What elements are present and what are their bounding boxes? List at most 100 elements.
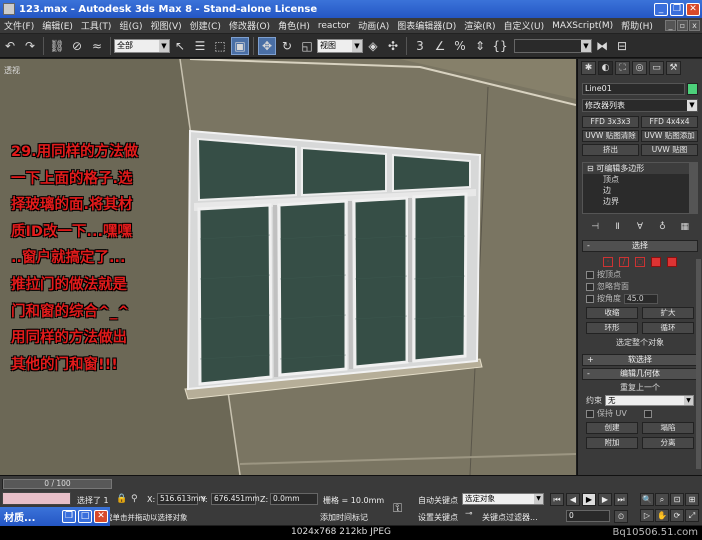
uvw-map-button[interactable]: UVW 贴图 <box>641 144 698 156</box>
zoom-all-icon[interactable]: ⌕ <box>655 493 669 506</box>
spinner-snap-icon[interactable]: ⇕ <box>471 37 489 55</box>
stack-root-item[interactable]: ⊟ 可编辑多边形 <box>583 163 697 174</box>
collapse-button[interactable]: 塌陷 <box>642 422 694 434</box>
go-to-start-icon[interactable]: ⏮ <box>550 493 564 506</box>
by-angle-checkbox[interactable] <box>586 294 594 303</box>
undo-icon[interactable]: ↶ <box>1 37 19 55</box>
remove-modifier-icon[interactable]: ♁ <box>655 220 669 234</box>
menu-group[interactable]: 组(G) <box>115 19 146 32</box>
uvw-clear-button[interactable]: UVW 贴图清除 <box>582 130 639 142</box>
go-to-end-icon[interactable]: ⏭ <box>614 493 628 506</box>
menu-modifiers[interactable]: 修改器(O) <box>225 19 274 32</box>
track-bar[interactable] <box>2 492 71 505</box>
object-name-field[interactable]: Line01 <box>582 83 685 95</box>
preserve-uvs-checkbox[interactable] <box>586 409 594 418</box>
by-vertex-checkbox[interactable] <box>586 270 594 279</box>
previous-frame-icon[interactable]: ◀ <box>566 493 580 506</box>
menu-views[interactable]: 视图(V) <box>146 19 185 32</box>
next-frame-icon[interactable]: ▶ <box>598 493 612 506</box>
snaps-toggle-icon[interactable]: 3 <box>411 37 429 55</box>
align-icon[interactable]: ⊟ <box>613 37 631 55</box>
maximize-button[interactable]: □ <box>78 510 92 523</box>
menu-edit[interactable]: 编辑(E) <box>38 19 77 32</box>
menu-reactor[interactable]: reactor <box>314 21 354 31</box>
constraints-dropdown[interactable]: 无 ▼ <box>605 395 694 406</box>
named-selection-icon[interactable]: {} <box>491 37 509 55</box>
menu-file[interactable]: 文件(F) <box>0 19 38 32</box>
display-tab-icon[interactable]: ▭ <box>649 61 664 75</box>
vertex-level-icon[interactable]: · <box>603 257 613 267</box>
make-unique-icon[interactable]: ∀ <box>633 220 647 234</box>
key-filters-button[interactable]: 关键点过滤器... <box>482 512 538 523</box>
edit-geometry-rollout-title[interactable]: - 编辑几何体 <box>582 368 698 380</box>
angle-spinner[interactable]: 45.0 <box>624 293 658 304</box>
loop-button[interactable]: 循环 <box>642 322 694 334</box>
grow-button[interactable]: 扩大 <box>642 307 694 319</box>
zoom-icon[interactable]: 🔍 <box>640 493 654 506</box>
modifier-list-dropdown[interactable]: 修改器列表 ▼ <box>582 99 698 112</box>
reference-coordinate-dropdown[interactable]: 视图 ▼ <box>317 38 363 53</box>
configure-sets-icon[interactable]: ▦ <box>678 220 692 234</box>
stack-scrollbar[interactable] <box>689 163 697 213</box>
border-level-icon[interactable]: ◌ <box>635 257 645 267</box>
close-button[interactable]: ✕ <box>94 510 108 523</box>
pin-stack-icon[interactable]: ⊣ <box>588 220 602 234</box>
menu-character[interactable]: 角色(H) <box>274 19 314 32</box>
create-button[interactable]: 创建 <box>586 422 638 434</box>
window-crossing-icon[interactable]: ▣ <box>231 36 249 55</box>
uvw-add-button[interactable]: UVW 贴图添加 <box>641 130 698 142</box>
stack-item-border[interactable]: 边界 <box>583 196 697 207</box>
add-time-tag-button[interactable]: 添加时间标记 <box>320 512 368 523</box>
redo-icon[interactable]: ↷ <box>21 37 39 55</box>
transform-type-in-icon[interactable]: ⚲ <box>131 494 143 506</box>
field-of-view-icon[interactable]: ▷ <box>640 509 654 522</box>
minimize-button[interactable]: _ <box>654 2 668 16</box>
command-panel-scrollbar[interactable] <box>696 259 701 469</box>
menu-customize[interactable]: 自定义(U) <box>500 19 549 32</box>
zoom-extents-all-icon[interactable]: ⊞ <box>685 493 699 506</box>
y-coordinate-field[interactable]: 676.451mm <box>211 493 260 505</box>
hierarchy-tab-icon[interactable]: ⛶ <box>615 61 630 75</box>
select-manipulate-icon[interactable]: ✣ <box>384 37 402 55</box>
rectangle-selection-icon[interactable]: ⬚ <box>211 37 229 55</box>
utilities-tab-icon[interactable]: ⚒ <box>666 61 681 75</box>
select-object-icon[interactable]: ↖ <box>171 37 189 55</box>
scale-icon[interactable]: ◱ <box>298 37 316 55</box>
viewport-label[interactable]: 透视 <box>4 65 20 76</box>
perspective-viewport[interactable]: 透视 29.用同样的方法做 一下上面的格子.选 择玻璃的面.将其材 质ID改一下… <box>0 59 576 475</box>
doc-restore-button[interactable]: ▫ <box>677 20 688 31</box>
attach-button[interactable]: 附加 <box>586 437 638 449</box>
detach-button[interactable]: 分离 <box>642 437 694 449</box>
menu-create[interactable]: 创建(C) <box>186 19 225 32</box>
bind-space-warp-icon[interactable]: ≈ <box>88 37 106 55</box>
key-icon[interactable]: ⚿ <box>393 501 405 515</box>
repeat-last-button[interactable]: 重复上一个 <box>578 382 702 393</box>
set-key-icon[interactable]: ⊸ <box>465 509 477 521</box>
time-slider-thumb[interactable]: 0 / 100 <box>3 479 112 489</box>
polygon-level-icon[interactable] <box>651 257 661 267</box>
ffd3-button[interactable]: FFD 3x3x3 <box>582 116 639 128</box>
angle-snap-icon[interactable]: ∠ <box>431 37 449 55</box>
extrude-button[interactable]: 挤出 <box>582 144 639 156</box>
preserve-uvs-settings-icon[interactable] <box>643 409 652 418</box>
modify-tab-icon[interactable]: ◐ <box>598 61 613 75</box>
percent-snap-icon[interactable]: % <box>451 37 469 55</box>
time-slider[interactable]: 0 / 100 <box>2 479 112 489</box>
current-frame-field[interactable]: 0 <box>566 510 610 522</box>
stack-item-vertex[interactable]: 顶点 <box>583 174 697 185</box>
menu-maxscript[interactable]: MAXScript(M) <box>548 21 617 31</box>
material-editor-minimized[interactable]: 材质... ❐ □ ✕ <box>0 507 110 526</box>
menu-tools[interactable]: 工具(T) <box>77 19 116 32</box>
stack-item-edge[interactable]: 边 <box>583 185 697 196</box>
set-key-button[interactable]: 设置关键点 <box>418 512 458 523</box>
motion-tab-icon[interactable]: ◎ <box>632 61 647 75</box>
auto-key-button[interactable]: 自动关键点 <box>418 495 458 506</box>
element-level-icon[interactable] <box>667 257 677 267</box>
orbit-icon[interactable]: ⟳ <box>670 509 684 522</box>
soft-selection-rollout-title[interactable]: + 软选择 <box>582 354 698 366</box>
unlink-icon[interactable]: ⊘ <box>68 37 86 55</box>
ignore-backfacing-checkbox[interactable] <box>586 282 594 291</box>
link-icon[interactable]: ⛓ <box>48 37 66 55</box>
object-color-swatch[interactable] <box>687 83 698 95</box>
restore-button[interactable]: ❐ <box>62 510 76 523</box>
